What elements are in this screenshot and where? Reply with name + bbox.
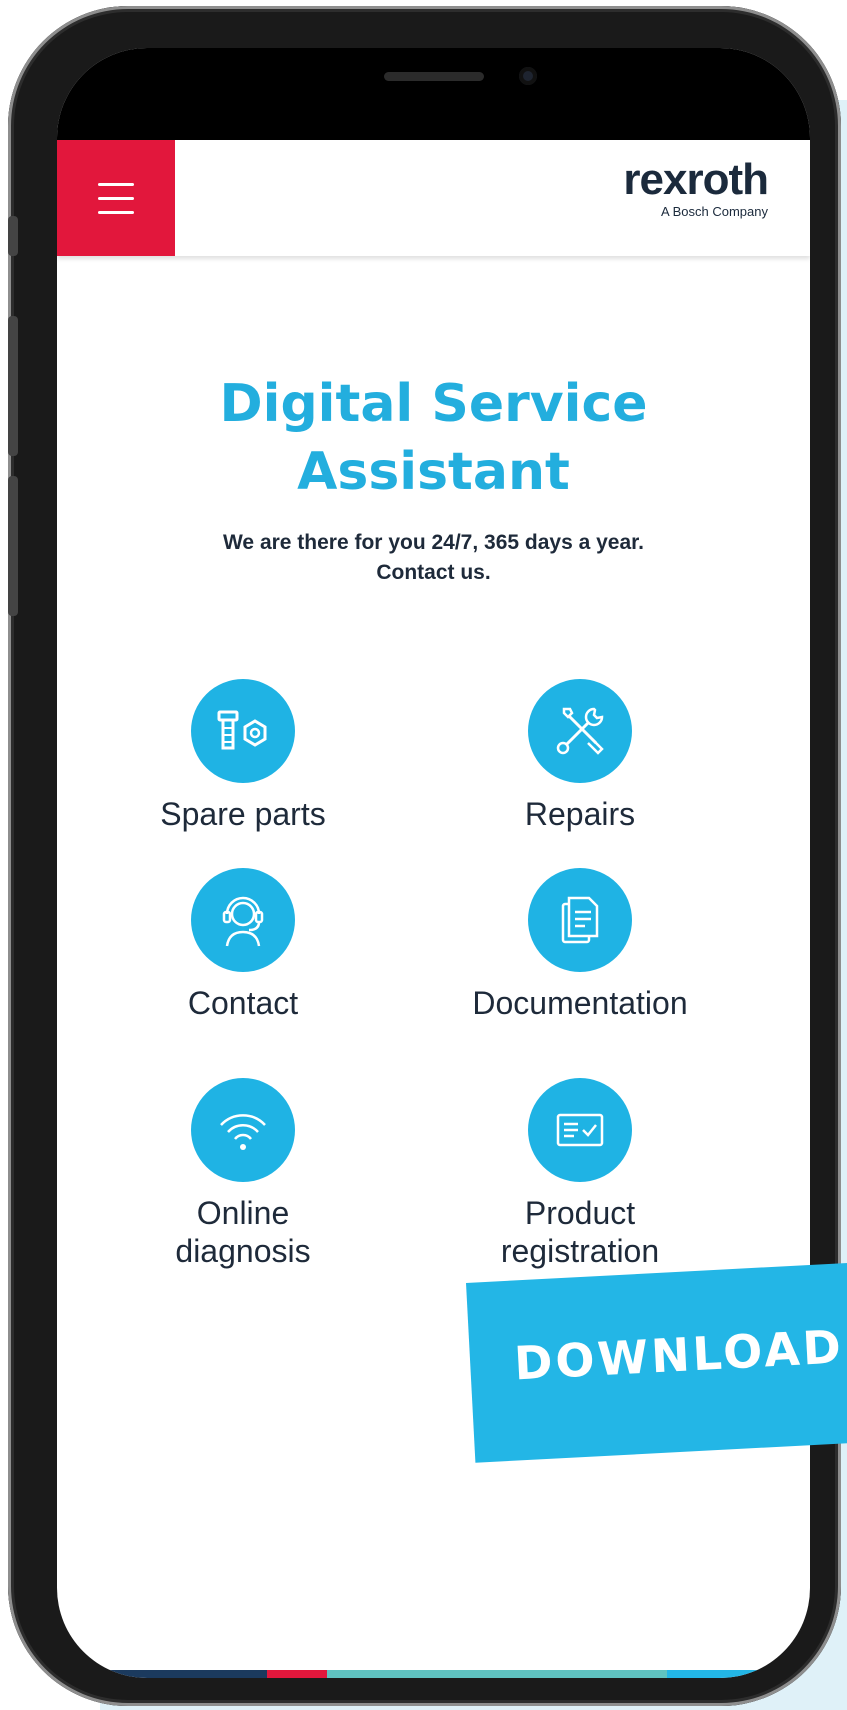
service-tile-contact[interactable]: Contact <box>93 868 393 1022</box>
menu-button[interactable] <box>57 140 175 256</box>
page-title-line2: Assistant <box>297 442 570 502</box>
service-label: Contact <box>187 985 299 1021</box>
page-subtitle: We are there for you 24/7, 365 days a ye… <box>57 528 810 588</box>
service-tile-repairs[interactable]: Repairs <box>430 679 730 833</box>
download-banner-label: DOWNLOAD <box>512 1319 846 1391</box>
subtitle-line2: Contact us. <box>376 561 491 584</box>
notch-bar <box>57 48 810 140</box>
service-tile-documentation[interactable]: Documentation <box>430 868 730 1022</box>
phone-frame: rexroth A Bosch Company Digital Service … <box>8 6 841 1706</box>
service-label-line1: Online <box>196 1195 290 1231</box>
service-tile-product-registration[interactable]: Product registration <box>430 1078 730 1270</box>
service-tile-spare-parts[interactable]: Spare parts <box>93 679 393 833</box>
page-title-line1: Digital Service <box>219 374 648 434</box>
document-icon <box>528 868 632 972</box>
subtitle-line1: We are there for you 24/7, 365 days a ye… <box>222 531 644 554</box>
service-label-line2: diagnosis <box>175 1233 311 1269</box>
bottom-color-stripe <box>57 1670 810 1678</box>
wrench-screwdriver-icon <box>528 679 632 783</box>
service-label-line1: Product <box>524 1195 636 1231</box>
service-label: Documentation <box>472 985 688 1021</box>
registration-card-icon <box>528 1078 632 1182</box>
logo-tagline: A Bosch Company <box>661 204 768 219</box>
bolt-nut-icon <box>191 679 295 783</box>
service-tile-online-diagnosis[interactable]: Online diagnosis <box>93 1078 393 1270</box>
service-label: Product registration <box>430 1194 730 1270</box>
logo-wordmark: rexroth <box>623 155 769 204</box>
service-label: Online diagnosis <box>93 1194 393 1270</box>
wifi-icon <box>191 1078 295 1182</box>
service-label-line2: registration <box>500 1233 660 1269</box>
rexroth-logo[interactable]: rexroth A Bosch Company <box>623 155 769 220</box>
service-label: Repairs <box>524 796 636 832</box>
front-camera-icon <box>519 67 537 85</box>
page-title: Digital Service Assistant <box>57 370 810 506</box>
app-header: rexroth A Bosch Company <box>57 140 810 256</box>
phone-volume-down <box>8 476 18 616</box>
download-banner-button[interactable]: DOWNLOAD <box>466 1261 847 1463</box>
headset-icon <box>191 868 295 972</box>
service-label: Spare parts <box>160 796 326 832</box>
phone-mute-switch <box>8 216 18 256</box>
phone-volume-up <box>8 316 18 456</box>
speaker-grille <box>384 72 484 81</box>
